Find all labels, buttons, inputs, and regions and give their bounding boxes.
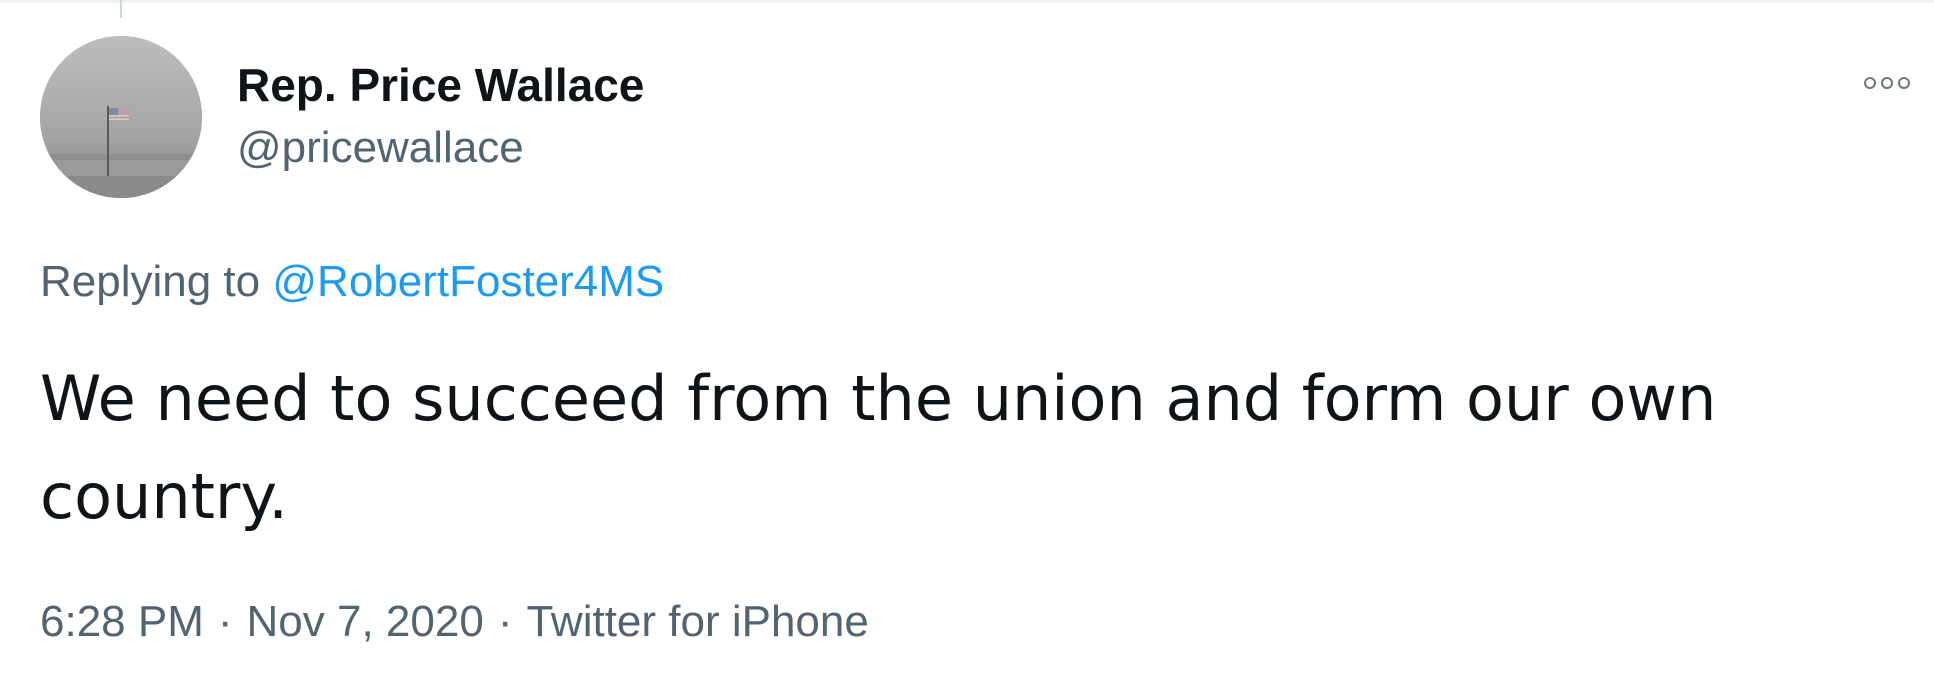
tweet-source[interactable]: Twitter for iPhone <box>526 597 868 646</box>
tweet-text-line: country. <box>40 460 288 533</box>
flag-photo-icon <box>40 36 202 198</box>
tweet-text: We need to succeed from the union and fo… <box>40 350 1900 546</box>
more-options-icon[interactable] <box>1860 70 1914 96</box>
reply-mention-link[interactable]: @RobertFoster4MS <box>272 257 664 306</box>
tweet-text-line: We need to succeed from the union and fo… <box>40 362 1717 435</box>
dot <box>1864 77 1876 89</box>
dot <box>1881 77 1893 89</box>
author-display-name[interactable]: Rep. Price Wallace <box>237 58 644 112</box>
separator: · <box>497 597 513 646</box>
top-divider <box>0 0 1934 3</box>
tweet-date[interactable]: Nov 7, 2020 <box>247 597 484 646</box>
separator: · <box>217 597 233 646</box>
tweet-time[interactable]: 6:28 PM <box>40 597 204 646</box>
dot <box>1898 77 1910 89</box>
replying-to: Replying to @RobertFoster4MS <box>40 255 664 309</box>
author-handle[interactable]: @pricewallace <box>237 122 524 174</box>
tweet-metadata: 6:28 PM · Nov 7, 2020 · Twitter for iPhone <box>40 595 869 649</box>
thread-connector-line <box>120 0 122 18</box>
replying-to-label: Replying to <box>40 257 261 306</box>
avatar[interactable] <box>40 36 202 198</box>
